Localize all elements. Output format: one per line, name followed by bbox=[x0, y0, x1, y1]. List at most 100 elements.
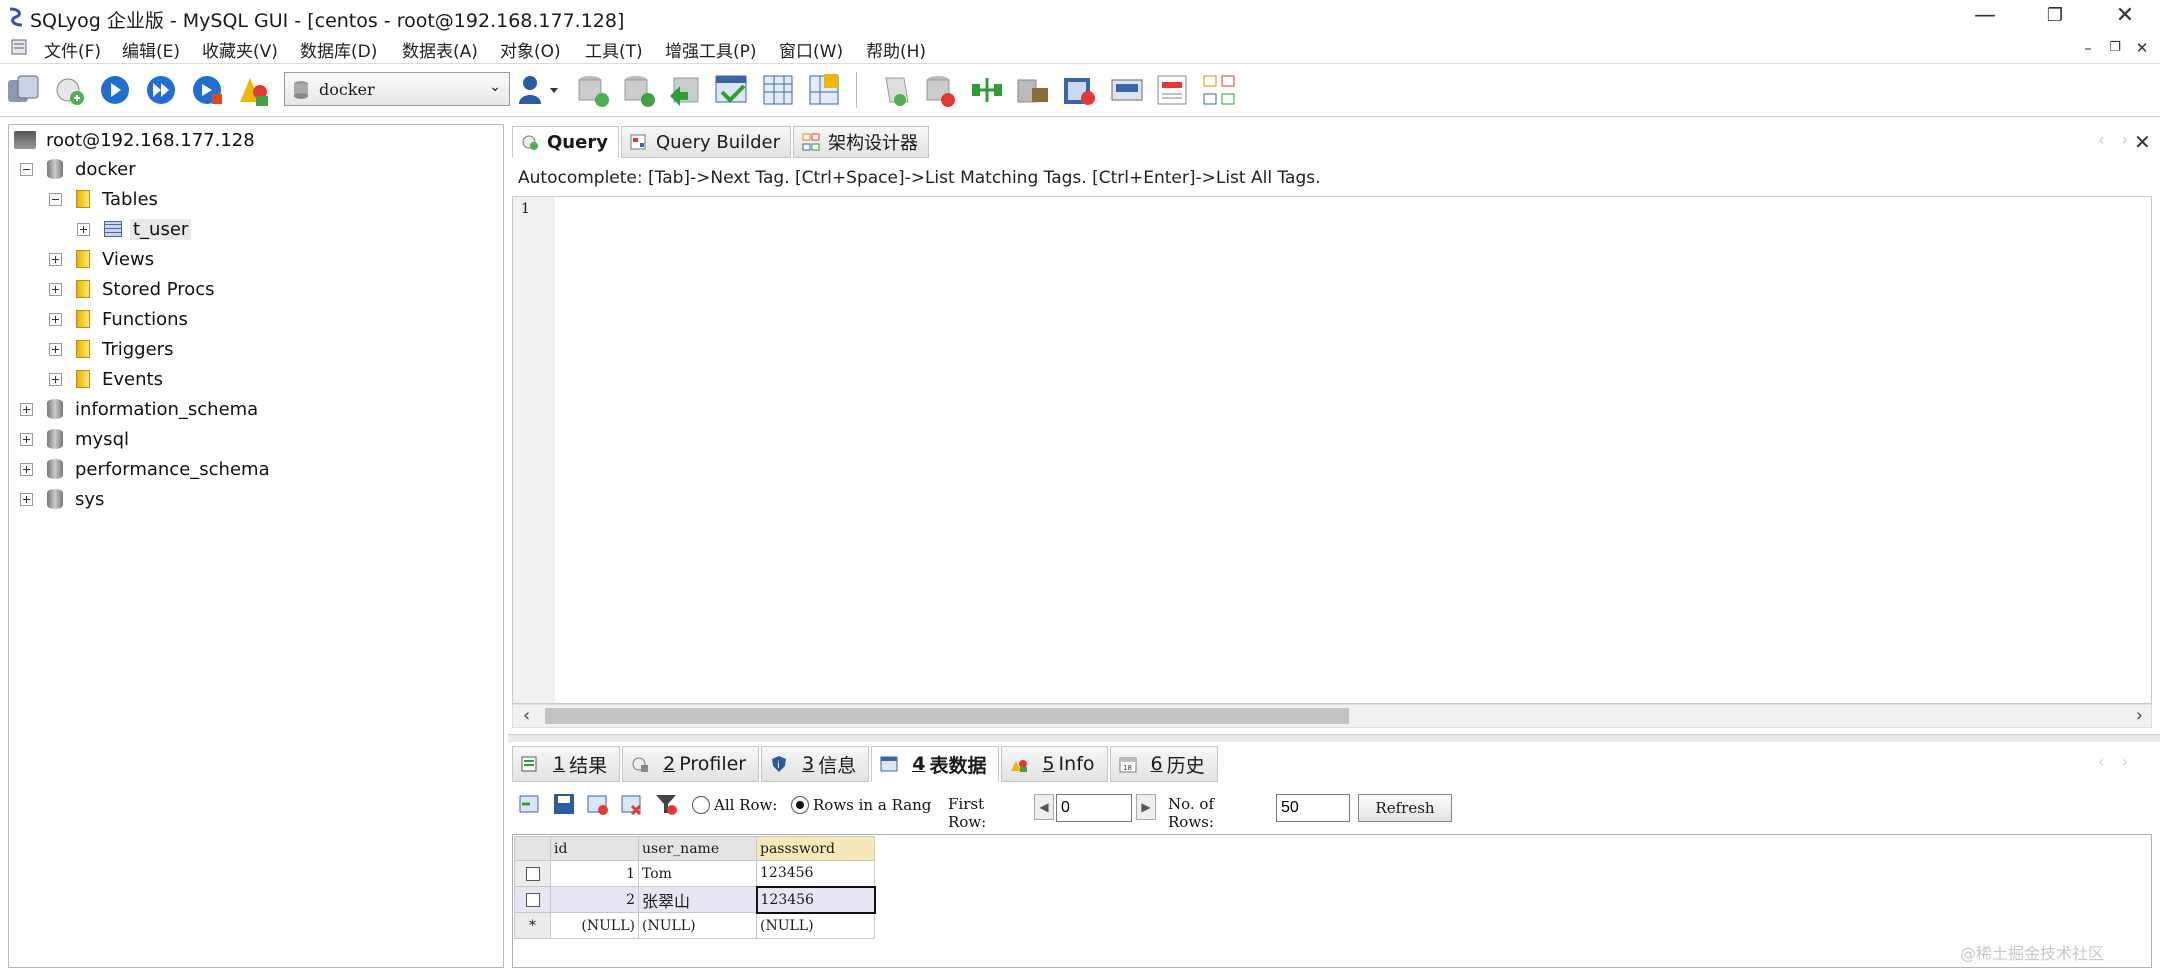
menu-window[interactable]: 窗口(W) bbox=[779, 37, 843, 62]
collapse-icon[interactable] bbox=[49, 192, 62, 206]
cell-id[interactable]: (NULL) bbox=[550, 912, 639, 939]
tree-db-docker[interactable]: docker bbox=[20, 155, 136, 183]
tab-history[interactable]: 18 6 历史 bbox=[1109, 746, 1218, 782]
pane-splitter[interactable] bbox=[508, 734, 2160, 742]
column-header-password[interactable]: passsword bbox=[756, 836, 875, 861]
backup-icon[interactable] bbox=[876, 70, 914, 110]
scrollbar-thumb[interactable] bbox=[545, 708, 1349, 724]
tab-schema-designer[interactable]: 架构设计器 bbox=[793, 126, 930, 158]
first-row-input[interactable] bbox=[1056, 794, 1132, 822]
grid-view-icon[interactable] bbox=[760, 70, 798, 110]
refresh-button[interactable]: Refresh bbox=[1358, 794, 1452, 822]
result-tab-scroll-arrows[interactable]: ‹ › bbox=[2098, 752, 2134, 771]
cell-password[interactable]: 123456 bbox=[755, 885, 876, 914]
expand-icon[interactable] bbox=[49, 342, 62, 356]
menu-help[interactable]: 帮助(H) bbox=[866, 37, 926, 62]
tab-query-builder[interactable]: Query Builder bbox=[620, 126, 792, 158]
table-row[interactable]: 1 Tom 123456 bbox=[514, 860, 875, 887]
row-checkbox[interactable] bbox=[514, 886, 551, 913]
editor-horizontal-scrollbar[interactable]: ‹ › bbox=[512, 704, 2152, 728]
tree-db-information-schema[interactable]: information_schema bbox=[20, 395, 258, 423]
alter-database-icon[interactable] bbox=[620, 70, 658, 110]
next-page-button[interactable]: ▶ bbox=[1136, 794, 1156, 820]
tree-folder-functions[interactable]: Functions bbox=[49, 305, 188, 333]
menu-advanced-tools[interactable]: 增强工具(P) bbox=[665, 37, 757, 62]
rows-in-range-radio[interactable] bbox=[791, 796, 809, 814]
restore-db-icon[interactable] bbox=[922, 70, 960, 110]
database-select[interactable]: docker ⌄ bbox=[284, 72, 510, 106]
schema-designer-icon[interactable] bbox=[1200, 70, 1238, 110]
query-profiler-icon[interactable] bbox=[1154, 70, 1192, 110]
new-query-icon[interactable] bbox=[52, 70, 90, 110]
menu-table[interactable]: 数据表(A) bbox=[402, 37, 478, 62]
schema-sync-icon[interactable] bbox=[234, 70, 272, 110]
new-connection-icon[interactable] bbox=[4, 70, 42, 110]
scroll-right-icon[interactable]: › bbox=[2136, 705, 2143, 726]
data-sync-icon[interactable] bbox=[1014, 70, 1052, 110]
sql-editor[interactable]: 1 bbox=[512, 196, 2152, 704]
tree-folder-stored-procs[interactable]: Stored Procs bbox=[49, 275, 215, 303]
create-database-icon[interactable] bbox=[574, 70, 612, 110]
table-designer-icon[interactable] bbox=[806, 70, 844, 110]
expand-icon[interactable] bbox=[20, 492, 33, 506]
mdi-close-button[interactable]: ✕ bbox=[2131, 38, 2153, 60]
menu-favorites[interactable]: 收藏夹(V) bbox=[202, 37, 278, 62]
scroll-left-icon[interactable]: ‹ bbox=[523, 705, 530, 726]
copy-database-icon[interactable] bbox=[968, 70, 1006, 110]
expand-icon[interactable] bbox=[20, 402, 33, 416]
mdi-restore-button[interactable]: ❐ bbox=[2104, 38, 2126, 60]
column-header-user-name[interactable]: user_name bbox=[638, 836, 757, 861]
menu-object[interactable]: 对象(O) bbox=[500, 37, 561, 62]
table-row[interactable]: 2 张翠山 123456 bbox=[514, 885, 876, 914]
delete-all-icon[interactable] bbox=[620, 792, 644, 816]
row-checkbox[interactable] bbox=[514, 860, 551, 887]
tab-profiler[interactable]: 2 Profiler bbox=[622, 746, 760, 782]
expand-icon[interactable] bbox=[20, 432, 33, 446]
cell-password[interactable]: 123456 bbox=[756, 860, 875, 887]
minimize-button[interactable]: — bbox=[1950, 0, 2020, 34]
menu-edit[interactable]: 编辑(E) bbox=[122, 37, 180, 62]
import-data-icon[interactable] bbox=[666, 70, 704, 110]
menu-file[interactable]: 文件(F) bbox=[44, 37, 101, 62]
menu-database[interactable]: 数据库(D) bbox=[300, 37, 377, 62]
user-manager-icon[interactable] bbox=[516, 70, 566, 110]
delete-row-icon[interactable] bbox=[586, 792, 610, 816]
cell-password[interactable]: (NULL) bbox=[756, 912, 875, 939]
expand-icon[interactable] bbox=[49, 312, 62, 326]
cell-user-name[interactable]: 张翠山 bbox=[638, 886, 757, 913]
table-row-new[interactable]: * (NULL) (NULL) (NULL) bbox=[514, 912, 875, 939]
column-header-id[interactable]: id bbox=[550, 836, 639, 861]
checkbox-icon[interactable] bbox=[525, 892, 540, 907]
tree-server-node[interactable]: root@192.168.177.128 bbox=[14, 126, 255, 154]
tree-folder-tables[interactable]: Tables bbox=[49, 185, 158, 213]
tree-table-t-user[interactable]: t_user bbox=[77, 215, 192, 243]
cell-user-name[interactable]: Tom bbox=[638, 860, 757, 887]
mdi-minimize-button[interactable]: – bbox=[2077, 38, 2099, 60]
cell-id[interactable]: 1 bbox=[550, 860, 639, 887]
filter-icon[interactable] bbox=[654, 792, 678, 816]
save-icon[interactable] bbox=[552, 792, 576, 816]
table-data-icon[interactable] bbox=[712, 70, 750, 110]
restore-button[interactable]: ❐ bbox=[2020, 0, 2090, 34]
checkbox-icon[interactable] bbox=[525, 866, 540, 881]
tab-result[interactable]: 1 结果 bbox=[512, 746, 621, 782]
execute-edit-icon[interactable] bbox=[188, 70, 226, 110]
tree-db-mysql[interactable]: mysql bbox=[20, 425, 129, 453]
execute-all-icon[interactable] bbox=[142, 70, 180, 110]
close-button[interactable]: ✕ bbox=[2090, 0, 2160, 34]
tab-scroll-arrows[interactable]: ‹ › bbox=[2098, 130, 2134, 149]
insert-row-icon[interactable] bbox=[518, 792, 542, 816]
execute-query-icon[interactable] bbox=[96, 70, 134, 110]
tab-info[interactable]: 5 Info bbox=[1001, 746, 1108, 782]
expand-icon[interactable] bbox=[20, 462, 33, 476]
tree-db-sys[interactable]: sys bbox=[20, 485, 104, 513]
expand-icon[interactable] bbox=[49, 252, 62, 266]
tab-query[interactable]: Query bbox=[512, 126, 619, 158]
expand-icon[interactable] bbox=[77, 222, 90, 236]
all-rows-radio[interactable] bbox=[692, 796, 710, 814]
notifications-icon[interactable] bbox=[1108, 70, 1146, 110]
tab-messages[interactable]: i 3 信息 bbox=[761, 746, 870, 782]
close-query-tab-icon[interactable]: ✕ bbox=[2134, 130, 2151, 154]
tree-folder-triggers[interactable]: Triggers bbox=[49, 335, 173, 363]
schedule-export-icon[interactable] bbox=[1060, 70, 1098, 110]
